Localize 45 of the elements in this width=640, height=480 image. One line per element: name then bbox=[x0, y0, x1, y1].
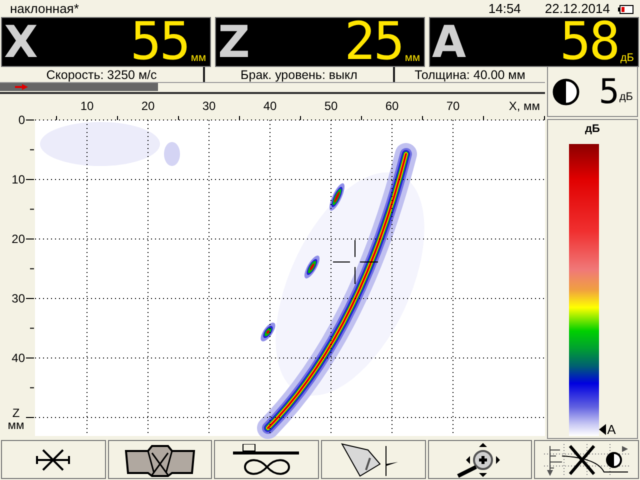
weld-joint-icon bbox=[124, 442, 196, 476]
axis-tick-label: 30 bbox=[12, 292, 25, 306]
axis-title: Z bbox=[12, 406, 20, 420]
toolbar-button[interactable] bbox=[321, 440, 426, 479]
curve-chart-icon bbox=[542, 442, 632, 478]
toolbar-button[interactable] bbox=[534, 440, 640, 479]
unit-label: дБ bbox=[619, 90, 633, 104]
axis-title: X, мм bbox=[508, 99, 540, 113]
toolbar-button[interactable] bbox=[108, 440, 212, 479]
axis-letter: A bbox=[432, 20, 466, 66]
axis-tick-label: 50 bbox=[324, 99, 338, 113]
axis-tick-label: 30 bbox=[202, 99, 216, 113]
axis-letter: X bbox=[4, 20, 38, 66]
unit-label: мм bbox=[404, 52, 420, 64]
date-text: 22.12.2014 bbox=[544, 0, 610, 17]
axis-tick-label: 40 bbox=[263, 99, 277, 113]
readout-value: 25 bbox=[344, 18, 403, 66]
unit-label: дБ bbox=[620, 52, 634, 64]
axis-title: мм bbox=[8, 418, 24, 432]
info-field: Толщина: 40.00 мм bbox=[395, 67, 545, 82]
cross-marker-icon bbox=[35, 448, 72, 472]
contrast-icon bbox=[552, 78, 580, 106]
axis-tick-label: 70 bbox=[446, 99, 460, 113]
toolbar-button[interactable] bbox=[214, 440, 320, 479]
axis-tick-label: 10 bbox=[80, 99, 94, 113]
battery-icon bbox=[618, 5, 634, 14]
colorbar-title: дБ bbox=[585, 123, 600, 136]
readout-value: 55 bbox=[130, 18, 189, 66]
axis-tick-label: 0 bbox=[18, 113, 25, 127]
axis-tick-label: 60 bbox=[385, 99, 399, 113]
axis-letter: Z bbox=[218, 20, 250, 66]
clock-time: 14:54 bbox=[488, 0, 521, 17]
readout-value: 58 bbox=[560, 18, 618, 66]
gain-value: 5 bbox=[598, 74, 620, 108]
scan-path-icon bbox=[232, 444, 301, 476]
unit-label: мм bbox=[190, 52, 206, 64]
axis-tick-label: 20 bbox=[12, 232, 25, 246]
axis-tick-label: 20 bbox=[141, 99, 155, 113]
arrow-icon bbox=[15, 84, 28, 90]
axis-tick-label: 40 bbox=[12, 351, 25, 365]
axis-tick-label: 10 bbox=[12, 172, 25, 186]
mode-title: наклонная* bbox=[10, 0, 79, 17]
toolbar-button[interactable] bbox=[1, 440, 106, 479]
toolbar-button[interactable] bbox=[428, 440, 532, 479]
marker-label: A bbox=[607, 423, 616, 436]
